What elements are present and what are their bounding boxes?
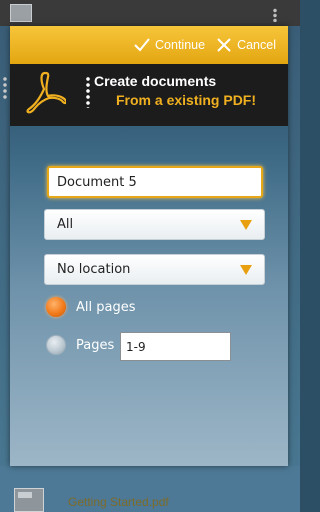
all-pages-label: All pages	[76, 300, 136, 315]
document-name-field[interactable]: Document 5	[47, 166, 263, 198]
continue-button[interactable]: Continue	[133, 36, 205, 54]
dialog-title: Create documents	[94, 73, 217, 89]
dropdown-arrow-icon	[240, 219, 252, 230]
pages-range-field[interactable]: 1-9	[120, 332, 231, 361]
dialog-action-bar: Continue Cancel	[10, 26, 288, 64]
dropdown-arrow-icon	[240, 264, 252, 275]
close-icon	[217, 38, 231, 52]
location-dropdown[interactable]: No location	[44, 254, 265, 285]
cancel-button[interactable]: Cancel	[215, 36, 276, 54]
location-dropdown-value: No location	[57, 262, 131, 277]
drag-handle-icon	[2, 76, 8, 100]
continue-label: Continue	[155, 38, 206, 52]
separator-dots-icon	[86, 76, 90, 108]
create-document-dialog: Continue Cancel Create documents From a …	[10, 26, 288, 466]
background-panel-left	[0, 26, 10, 512]
pages-radio[interactable]	[46, 335, 66, 355]
filter-dropdown-value: All	[57, 217, 74, 232]
pdf-file-icon	[14, 488, 44, 512]
background-file-name: Getting Started.pdf	[68, 495, 169, 509]
cancel-label: Cancel	[237, 38, 276, 52]
overflow-menu-icon	[272, 8, 278, 22]
pdf-thumbnail-icon	[10, 4, 32, 22]
dialog-subtitle: From a existing PDF!	[116, 92, 257, 108]
pages-label: Pages	[76, 338, 115, 353]
dialog-header: Create documents From a existing PDF!	[10, 64, 288, 126]
acrobat-logo-icon	[26, 71, 66, 114]
background-app-bar	[0, 0, 300, 26]
background-panel-right	[288, 26, 300, 512]
check-icon	[134, 38, 150, 52]
all-pages-radio[interactable]	[46, 297, 66, 317]
filter-dropdown[interactable]: All	[44, 209, 265, 240]
